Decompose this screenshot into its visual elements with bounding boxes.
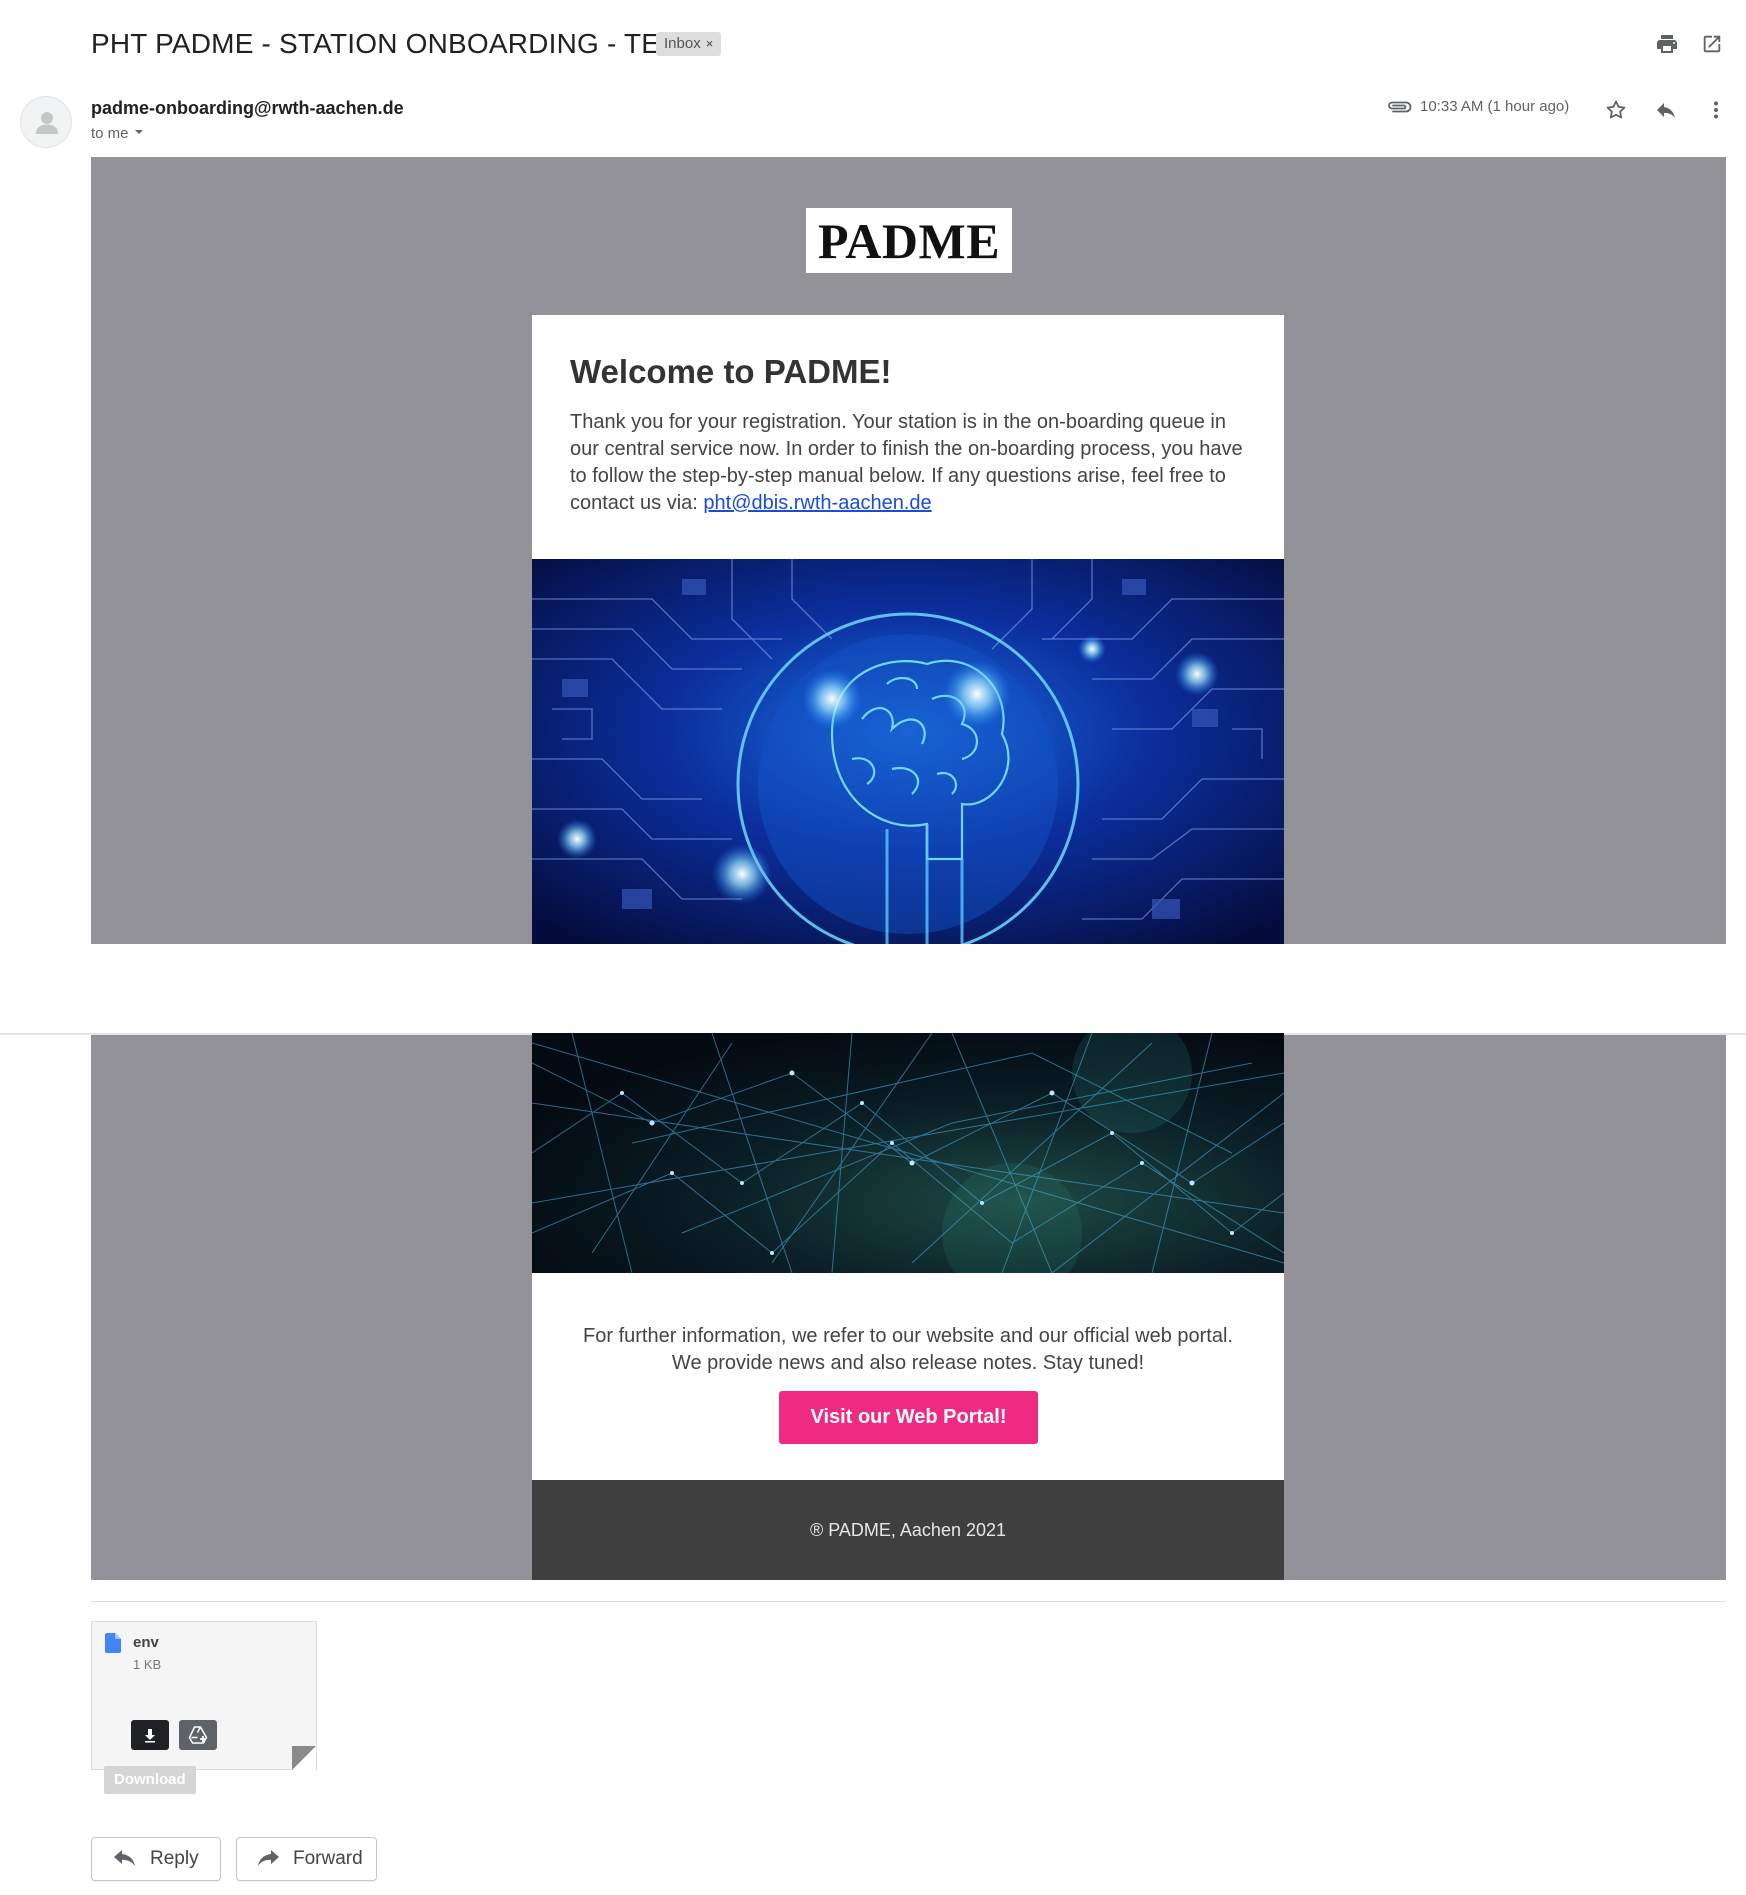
recipient-text: to me: [91, 125, 129, 142]
forward-button[interactable]: Forward: [236, 1837, 377, 1881]
further-info-line-1: For further information, we refer to our…: [583, 1325, 1233, 1347]
attachments-divider: [91, 1601, 1726, 1602]
further-info-text: For further information, we refer to our…: [532, 1323, 1284, 1377]
welcome-card: Welcome to PADME! Thank you for your reg…: [532, 315, 1284, 559]
intro-paragraph: Thank you for your registration. Your st…: [570, 409, 1246, 517]
page-curl-icon: [292, 1746, 316, 1770]
remove-label-icon[interactable]: ×: [706, 36, 714, 51]
paperclip-icon: [1388, 101, 1412, 112]
recipient-details-toggle[interactable]: to me: [91, 125, 145, 142]
star-icon: [1606, 100, 1626, 119]
reply-icon: [1657, 103, 1675, 118]
reply-label: Reply: [150, 1848, 199, 1869]
document-icon: [105, 1633, 121, 1653]
sender-avatar: [20, 96, 72, 148]
download-attachment-button[interactable]: [131, 1720, 169, 1750]
welcome-heading: Welcome to PADME!: [570, 353, 892, 390]
inbox-label-chip[interactable]: Inbox ×: [656, 32, 722, 56]
default-avatar-icon: [36, 112, 58, 134]
further-info-card: For further information, we refer to our…: [532, 1273, 1284, 1480]
ai-brain-illustration: [532, 559, 1284, 944]
forward-icon: [258, 1850, 279, 1866]
printer-icon: [1657, 35, 1677, 53]
attachment-filesize: 1 KB: [133, 1657, 162, 1672]
attachment-filename: env: [133, 1634, 159, 1651]
add-to-drive-icon: [188, 1726, 208, 1744]
email-footer: ® PADME, Aachen 2021: [532, 1480, 1284, 1580]
inbox-label-text: Inbox: [664, 35, 701, 52]
open-in-new-window-button[interactable]: [1697, 29, 1727, 59]
contact-email-link[interactable]: pht@dbis.rwth-aachen.de: [703, 492, 931, 514]
more-vert-icon: [1714, 101, 1718, 119]
print-button[interactable]: [1652, 29, 1682, 59]
visit-web-portal-button[interactable]: Visit our Web Portal!: [779, 1391, 1038, 1444]
email-subject: PHT PADME - STATION ONBOARDING - TEST: [91, 28, 697, 59]
reply-icon-button[interactable]: [1651, 95, 1681, 125]
network-illustration: [532, 1033, 1284, 1273]
download-tooltip: Download: [104, 1766, 196, 1794]
sender-address[interactable]: padme-onboarding@rwth-aachen.de: [91, 98, 404, 119]
timestamp-text: 10:33 AM (1 hour ago): [1420, 98, 1570, 115]
reply-button[interactable]: Reply: [91, 1837, 221, 1881]
more-options-button[interactable]: [1701, 95, 1731, 125]
chevron-down-icon: [134, 130, 143, 134]
open-in-new-window-icon: [1703, 35, 1721, 53]
email-timestamp: 10:33 AM (1 hour ago): [1386, 98, 1569, 115]
add-to-drive-button[interactable]: [179, 1720, 217, 1750]
star-button[interactable]: [1601, 95, 1631, 125]
padme-logo: PADME: [806, 208, 1012, 273]
forward-label: Forward: [293, 1848, 363, 1869]
further-info-line-2: We provide news and also release notes. …: [671, 1352, 1145, 1374]
reply-icon: [114, 1850, 135, 1866]
download-icon: [145, 1729, 155, 1743]
